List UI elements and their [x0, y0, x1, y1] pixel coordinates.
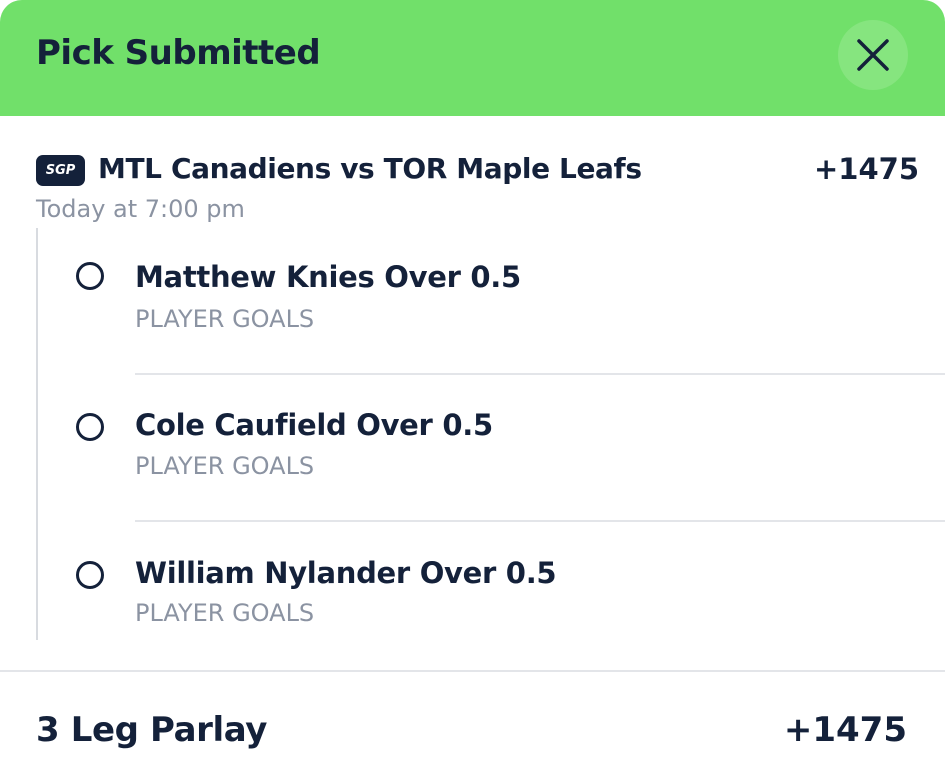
leg-title: Cole Caufield Over 0.5: [135, 408, 493, 442]
leg-status-radio[interactable]: [76, 561, 104, 589]
legs-rail: [36, 228, 38, 640]
game-matchup: MTL Canadiens vs TOR Maple Leafs: [98, 152, 642, 185]
game-odds: +1475: [813, 152, 919, 186]
header-title: Pick Submitted: [36, 33, 321, 73]
leg-status-radio[interactable]: [76, 262, 104, 290]
leg-divider: [135, 373, 945, 375]
parlay-odds: +1475: [783, 710, 907, 750]
leg-market: PLAYER GOALS: [135, 452, 315, 480]
leg-status-radio[interactable]: [76, 413, 104, 441]
game-time: Today at 7:00 pm: [36, 195, 245, 223]
close-button[interactable]: [838, 20, 908, 90]
sgp-badge: SGP: [36, 155, 85, 186]
close-icon: [857, 39, 889, 71]
leg-title: William Nylander Over 0.5: [135, 556, 557, 590]
header-bar: Pick Submitted: [0, 0, 945, 116]
leg-market: PLAYER GOALS: [135, 305, 315, 333]
pick-submitted-sheet: Pick Submitted SGP MTL Canadiens vs TOR …: [0, 0, 945, 767]
section-divider: [0, 670, 945, 672]
leg-title: Matthew Knies Over 0.5: [135, 260, 521, 294]
parlay-label: 3 Leg Parlay: [36, 710, 268, 750]
leg-divider: [135, 520, 945, 522]
leg-market: PLAYER GOALS: [135, 599, 315, 627]
